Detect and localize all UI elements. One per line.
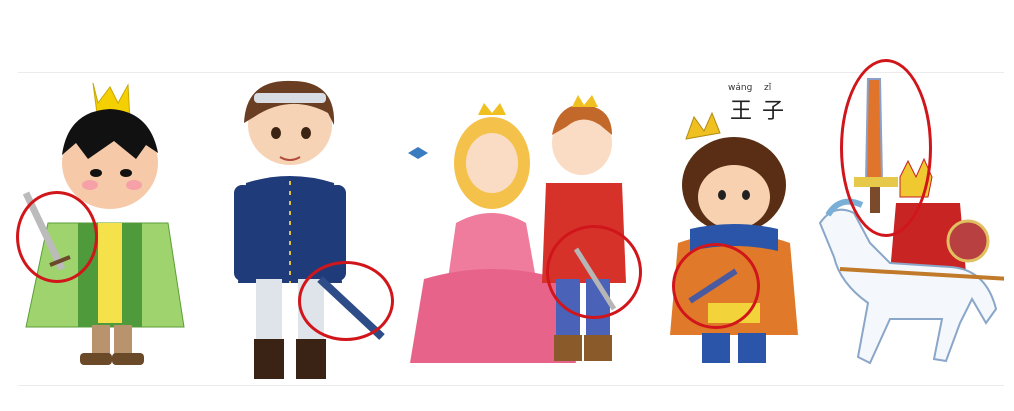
highlight-circle: [298, 261, 394, 341]
illustration-strip: wáng zǐ 王 子: [16, 59, 1004, 386]
highlight-circle: [672, 243, 760, 329]
figure-prince-green: [16, 73, 188, 385]
cartoon-boy-prince-icon: [670, 111, 798, 363]
figure-knight-on-horse: [810, 59, 1004, 385]
figure-princess-and-prince: [386, 73, 646, 385]
figure-boy-prince: wáng zǐ 王 子: [648, 73, 808, 385]
highlight-circle: [840, 59, 932, 237]
highlight-circle: [546, 225, 642, 319]
highlight-circle: [16, 191, 98, 283]
figure-prince-blue: [210, 73, 394, 385]
